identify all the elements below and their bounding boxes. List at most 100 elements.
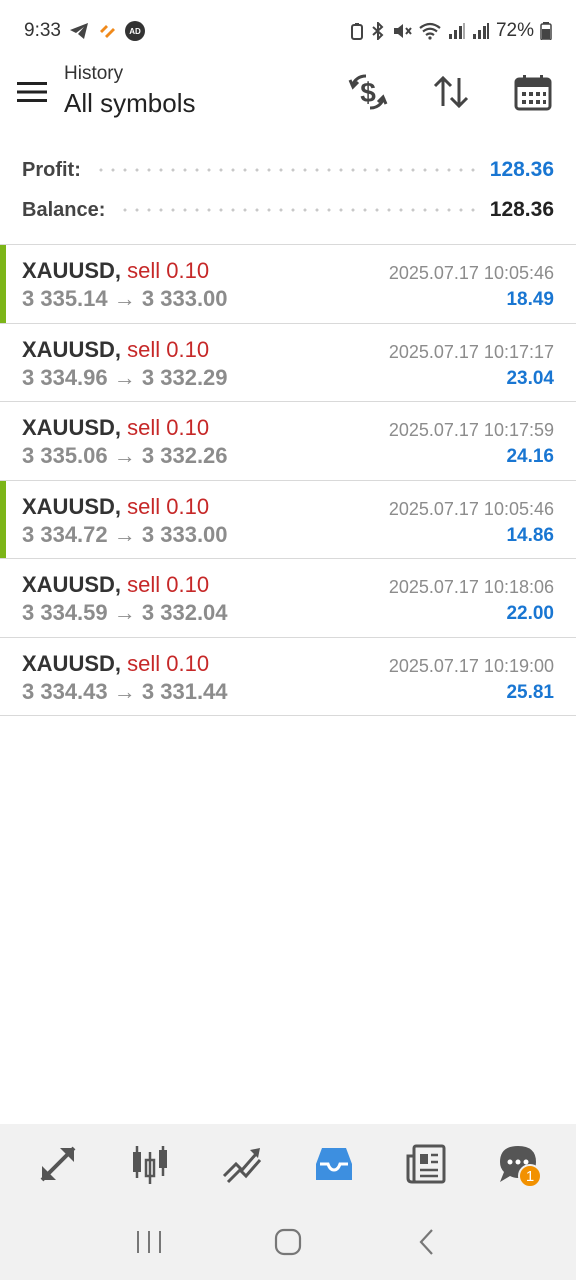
history-icon — [316, 1148, 352, 1180]
deal-profit: 25.81 — [506, 681, 554, 703]
wifi-icon — [418, 22, 442, 40]
nav-quotes[interactable] — [28, 1134, 88, 1194]
hamburger-icon — [17, 82, 47, 102]
home-button[interactable] — [258, 1212, 318, 1272]
calendar-button[interactable] — [511, 70, 555, 114]
battery-saver-icon — [350, 22, 364, 40]
currency-exchange-icon: $ — [348, 74, 388, 110]
page-title: All symbols — [64, 88, 196, 118]
deal-row[interactable]: XAUUSD, sell 0.10 3 335.14 → 3 333.00 20… — [0, 245, 576, 324]
arrow-icon: → — [113, 521, 136, 547]
deal-side: sell 0.10 — [127, 258, 210, 283]
deal-close-price: 3 333.00 — [141, 286, 228, 311]
deal-side: sell 0.10 — [127, 415, 210, 440]
deal-time: 2025.07.17 10:05:46 — [388, 263, 554, 283]
deal-symbol: XAUUSD, — [22, 415, 122, 440]
deal-side: sell 0.10 — [127, 650, 210, 676]
deal-marker — [0, 480, 6, 558]
chart-icon — [133, 1146, 167, 1184]
app-icon — [97, 22, 117, 40]
deal-symbol: XAUUSD, — [22, 650, 122, 676]
deal-close-price: 3 332.26 — [141, 443, 228, 468]
back-icon — [419, 1229, 433, 1255]
deal-open-price: 3 334.43 — [22, 678, 108, 704]
deal-close-price: 3 332.04 — [141, 600, 228, 625]
deal-time: 2025.07.17 10:18:06 — [388, 577, 554, 597]
balance-row: Balance: 128.36 — [22, 194, 554, 226]
nav-history[interactable] — [304, 1134, 364, 1194]
nav-chart[interactable] — [120, 1134, 180, 1194]
deal-time: 2025.07.17 10:17:17 — [388, 341, 554, 362]
bluetooth-icon — [370, 22, 386, 40]
profit-row: Profit: 128.36 — [22, 154, 554, 186]
arrow-icon: → — [113, 364, 136, 390]
back-button[interactable] — [397, 1212, 457, 1272]
arrow-icon: → — [113, 678, 136, 704]
deal-open-price: 3 334.72 — [22, 521, 108, 547]
sort-icon — [433, 75, 469, 109]
deal-time: 2025.07.17 10:17:59 — [388, 420, 554, 440]
signal-icon — [472, 22, 490, 40]
battery-icon — [540, 22, 552, 40]
deal-row[interactable]: XAUUSD, sell 0.10 3 334.59 → 3 332.04 20… — [0, 559, 576, 638]
telegram-icon — [69, 22, 89, 40]
profit-value: 128.36 — [489, 158, 554, 181]
deal-symbol: XAUUSD, — [22, 258, 122, 283]
deal-close-price: 3 332.29 — [141, 364, 228, 390]
deal-open-price: 3 335.14 — [22, 286, 108, 311]
trade-icon — [222, 1148, 262, 1184]
currency-exchange-button[interactable]: $ — [346, 70, 390, 114]
news-icon — [406, 1144, 446, 1184]
deal-time: 2025.07.17 10:19:00 — [388, 655, 554, 676]
menu-button[interactable] — [14, 74, 50, 110]
signal-icon — [448, 22, 466, 40]
home-icon — [274, 1228, 302, 1256]
deal-time: 2025.07.17 10:05:46 — [388, 498, 554, 519]
quotes-icon — [40, 1146, 76, 1182]
deal-row[interactable]: XAUUSD, sell 0.10 3 335.06 → 3 332.26 20… — [0, 402, 576, 481]
deal-row[interactable]: XAUUSD, sell 0.10 3 334.96 → 3 332.29 20… — [0, 324, 576, 402]
deal-profit: 18.49 — [506, 289, 554, 310]
arrow-icon: → — [113, 600, 136, 625]
deal-side: sell 0.10 — [127, 493, 210, 519]
calendar-icon — [514, 75, 552, 111]
svg-text:$: $ — [360, 77, 376, 108]
deal-profit: 14.86 — [506, 524, 554, 546]
nav-news[interactable] — [396, 1134, 456, 1194]
deals-list: XAUUSD, sell 0.10 3 335.14 → 3 333.00 20… — [0, 244, 576, 716]
system-navigation — [0, 1204, 576, 1280]
messages-badge: 1 — [518, 1164, 542, 1188]
status-bar: 9:33 AD 72% — [0, 0, 576, 62]
sort-button[interactable] — [429, 70, 473, 114]
balance-value: 128.36 — [489, 198, 554, 221]
dotted-leader — [94, 168, 476, 172]
ad-icon: AD — [124, 21, 145, 41]
deal-symbol: XAUUSD, — [22, 336, 122, 362]
title-block[interactable]: History All symbols — [64, 62, 195, 120]
dotted-leader — [119, 208, 476, 212]
deal-open-price: 3 335.06 — [22, 443, 108, 468]
deal-profit: 23.04 — [506, 367, 554, 389]
arrow-icon: → — [113, 286, 136, 311]
nav-messages[interactable]: 1 — [488, 1134, 548, 1194]
deal-profit: 24.16 — [506, 446, 554, 467]
app-header: History All symbols $ — [0, 62, 576, 124]
deal-close-price: 3 333.00 — [141, 521, 228, 547]
deal-row[interactable]: XAUUSD, sell 0.10 3 334.43 → 3 331.44 20… — [0, 638, 576, 716]
deal-side: sell 0.10 — [127, 572, 210, 597]
balance-label: Balance: — [22, 198, 106, 221]
deal-open-price: 3 334.59 — [22, 600, 108, 625]
mute-icon — [392, 22, 412, 40]
deal-open-price: 3 334.96 — [22, 364, 108, 390]
deal-symbol: XAUUSD, — [22, 493, 122, 519]
battery-percent: 72% — [495, 20, 534, 41]
deal-row[interactable]: XAUUSD, sell 0.10 3 334.72 → 3 333.00 20… — [0, 480, 576, 559]
nav-trade[interactable] — [212, 1134, 272, 1194]
arrow-icon: → — [113, 443, 136, 468]
profit-label: Profit: — [22, 158, 81, 181]
deal-close-price: 3 331.44 — [141, 678, 228, 704]
bottom-navigation: 1 — [0, 1124, 576, 1204]
deal-side: sell 0.10 — [127, 336, 210, 362]
page-subtitle: History — [64, 63, 124, 84]
recents-button[interactable] — [119, 1212, 179, 1272]
